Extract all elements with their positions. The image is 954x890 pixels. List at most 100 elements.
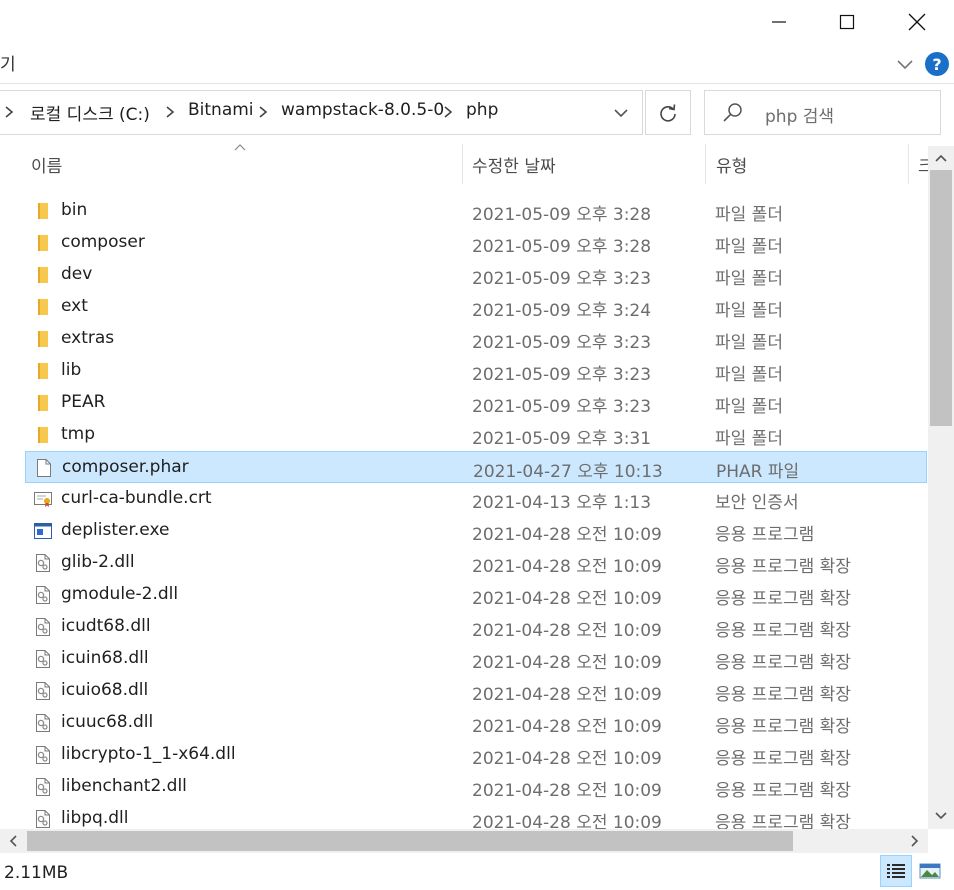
file-list[interactable]: bin 2021-05-09 오후 3:28 파일 폴더 composer 2021-0… [0, 195, 927, 831]
file-row[interactable]: extras 2021-05-09 오후 3:23 파일 폴더 [25, 323, 927, 355]
file-row[interactable]: lib 2021-05-09 오후 3:23 파일 폴더 [25, 355, 927, 387]
file-type: 응용 프로그램 확장 [715, 653, 851, 673]
scroll-left-button[interactable] [0, 829, 26, 853]
dll-icon [33, 649, 53, 669]
file-row[interactable]: libcrypto-1_1-x64.dll 2021-04-28 오전 10:09… [25, 739, 927, 771]
file-name: dev [61, 264, 93, 284]
file-row[interactable]: icuuc68.dll 2021-04-28 오전 10:09 응용 프로그램 확장 [25, 707, 927, 739]
file-date: 2021-04-28 오전 10:09 [472, 621, 662, 641]
file-type: 응용 프로그램 확장 [715, 685, 851, 705]
file-row[interactable]: ext 2021-05-09 오후 3:24 파일 폴더 [25, 291, 927, 323]
file-row[interactable]: icudt68.dll 2021-04-28 오전 10:09 응용 프로그램 확장 [25, 611, 927, 643]
scroll-up-button[interactable] [928, 146, 954, 170]
file-name: composer.phar [62, 457, 189, 477]
breadcrumb-wampstack[interactable]: wampstack-8.0.5-0 [281, 100, 444, 120]
file-name: glib-2.dll [61, 552, 135, 572]
breadcrumb-bitnami[interactable]: Bitnami [188, 100, 254, 120]
chevron-right-icon [5, 106, 14, 118]
file-name: deplister.exe [61, 520, 170, 540]
file-date: 2021-04-28 오전 10:09 [472, 525, 662, 545]
file-row[interactable]: deplister.exe 2021-04-28 오전 10:09 응용 프로그램 [25, 515, 927, 547]
file-date: 2021-04-28 오전 10:09 [472, 749, 662, 769]
maximize-button[interactable] [812, 0, 882, 44]
file-row[interactable]: libpq.dll 2021-04-28 오전 10:09 응용 프로그램 확장 [25, 803, 927, 831]
file-date: 2021-05-09 오후 3:31 [472, 429, 652, 449]
file-row[interactable]: curl-ca-bundle.crt 2021-04-13 오후 1:13 보안 인… [25, 483, 927, 515]
file-type: 응용 프로그램 [715, 525, 815, 545]
file-row[interactable]: dev 2021-05-09 오후 3:23 파일 폴더 [25, 259, 927, 291]
file-date: 2021-05-09 오후 3:23 [472, 365, 652, 385]
file-date: 2021-05-09 오후 3:28 [472, 237, 652, 257]
refresh-icon [660, 103, 676, 122]
file-date: 2021-04-28 오전 10:09 [472, 589, 662, 609]
file-name: ext [61, 296, 88, 316]
file-row[interactable]: composer.phar 2021-04-27 오후 10:13 PHAR 파일 [25, 451, 927, 483]
horizontal-scroll-thumb[interactable] [27, 831, 793, 851]
file-type: PHAR 파일 [716, 462, 800, 482]
folder-icon [33, 233, 53, 253]
breadcrumb-local-disk[interactable]: 로컬 디스크 (C:) [30, 100, 150, 125]
minimize-button[interactable] [744, 0, 814, 44]
refresh-button[interactable] [645, 90, 691, 135]
details-view-button[interactable] [880, 855, 912, 887]
file-type: 파일 폴더 [715, 237, 783, 257]
file-type: 응용 프로그램 확장 [715, 621, 851, 641]
file-row[interactable]: icuio68.dll 2021-04-28 오전 10:09 응용 프로그램 확장 [25, 675, 927, 707]
file-name: icuio68.dll [61, 680, 149, 700]
ribbon-tab[interactable]: 기 [0, 50, 16, 75]
large-icons-view-icon [919, 863, 941, 879]
file-name: libenchant2.dll [61, 776, 187, 796]
file-name: libcrypto-1_1-x64.dll [61, 744, 236, 764]
search-input[interactable]: php 검색 [765, 102, 834, 127]
file-name: curl-ca-bundle.crt [61, 488, 212, 508]
file-date: 2021-04-28 오전 10:09 [472, 557, 662, 577]
help-button[interactable]: ? [925, 52, 949, 76]
file-row[interactable]: glib-2.dll 2021-04-28 오전 10:09 응용 프로그램 확장 [25, 547, 927, 579]
scroll-up-icon [935, 154, 947, 162]
expand-ribbon-button[interactable] [893, 52, 917, 76]
file-name: tmp [61, 424, 96, 444]
chevron-down-icon [897, 60, 913, 70]
dll-icon [33, 745, 53, 765]
file-row[interactable]: gmodule-2.dll 2021-04-28 오전 10:09 응용 프로그램 … [25, 579, 927, 611]
scroll-down-button[interactable] [928, 804, 954, 828]
close-button[interactable] [882, 0, 952, 44]
chevron-right-icon [259, 106, 268, 118]
file-row[interactable]: tmp 2021-05-09 오후 3:31 파일 폴더 [25, 419, 927, 451]
chevron-down-icon [614, 109, 628, 118]
ribbon-divider [0, 83, 954, 84]
file-row[interactable]: composer 2021-05-09 오후 3:28 파일 폴더 [25, 227, 927, 259]
file-row[interactable]: PEAR 2021-05-09 오후 3:23 파일 폴더 [25, 387, 927, 419]
file-name: composer [61, 232, 145, 252]
dll-icon [33, 681, 53, 701]
file-row[interactable]: bin 2021-05-09 오후 3:28 파일 폴더 [25, 195, 927, 227]
vertical-scroll-thumb[interactable] [930, 170, 952, 426]
column-divider[interactable] [705, 144, 706, 184]
dll-icon [33, 809, 53, 829]
column-divider[interactable] [462, 144, 463, 184]
file-date: 2021-05-09 오후 3:28 [472, 205, 652, 225]
scroll-right-button[interactable] [902, 829, 928, 853]
breadcrumb-php[interactable]: php [466, 100, 498, 120]
address-history-button[interactable] [608, 100, 634, 126]
file-date: 2021-04-27 오후 10:13 [473, 462, 663, 482]
dll-icon [33, 617, 53, 637]
column-divider[interactable] [908, 144, 909, 184]
dll-icon [33, 585, 53, 605]
certificate-icon [33, 489, 53, 509]
column-header-size[interactable]: 크 [918, 152, 928, 177]
dll-icon [33, 777, 53, 797]
file-type: 파일 폴더 [715, 269, 783, 289]
file-row[interactable]: icuin68.dll 2021-04-28 오전 10:09 응용 프로그램 확장 [25, 643, 927, 675]
folder-icon [33, 201, 53, 221]
column-header-type[interactable]: 유형 [716, 152, 747, 177]
file-row[interactable]: libenchant2.dll 2021-04-28 오전 10:09 응용 프로그… [25, 771, 927, 803]
file-name: icuuc68.dll [61, 712, 154, 732]
column-header-date[interactable]: 수정한 날짜 [472, 152, 556, 177]
column-header-name[interactable]: 이름 [31, 152, 62, 177]
file-type: 보안 인증서 [715, 493, 799, 513]
chevron-right-icon [166, 106, 175, 118]
file-type: 응용 프로그램 확장 [715, 589, 851, 609]
file-name: libpq.dll [61, 808, 129, 828]
large-icons-view-button[interactable] [914, 855, 946, 887]
